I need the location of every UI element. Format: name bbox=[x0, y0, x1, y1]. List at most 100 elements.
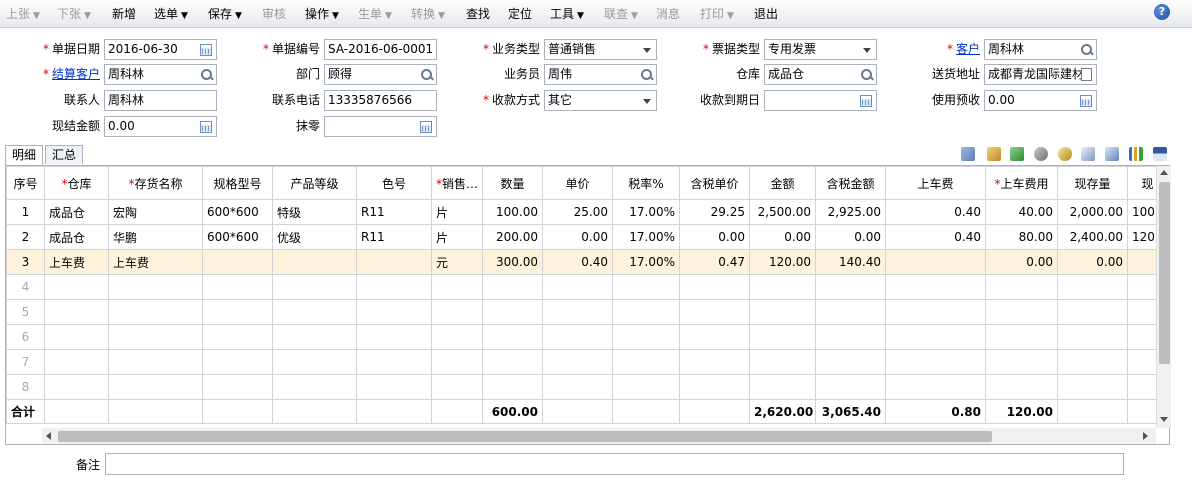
search-icon[interactable] bbox=[199, 67, 214, 82]
table-cell[interactable]: 0.40 bbox=[542, 249, 613, 275]
paste-icon[interactable] bbox=[984, 145, 1004, 163]
table-cell[interactable]: 6 bbox=[6, 324, 45, 350]
table-cell[interactable]: 华鹏 bbox=[108, 224, 203, 250]
table-cell[interactable]: 上车费 bbox=[44, 249, 109, 275]
chevron-down-icon[interactable] bbox=[639, 93, 654, 108]
table-cell[interactable] bbox=[749, 299, 816, 325]
table-cell[interactable] bbox=[356, 349, 432, 375]
toolbar-item-12[interactable]: 联查 ▼ bbox=[604, 6, 638, 22]
phone-field[interactable]: 13335876566 bbox=[324, 90, 437, 111]
table-cell[interactable]: 29.25 bbox=[679, 199, 750, 225]
tab-summary[interactable]: 汇总 bbox=[45, 145, 84, 164]
chevron-down-icon[interactable] bbox=[859, 42, 874, 57]
table-cell[interactable] bbox=[542, 374, 613, 400]
table-cell[interactable]: 7 bbox=[6, 349, 45, 375]
table-cell[interactable] bbox=[815, 349, 886, 375]
table-cell[interactable]: 1 bbox=[6, 199, 45, 225]
biz-type-select[interactable]: 普通销售 bbox=[544, 39, 657, 60]
table-cell[interactable] bbox=[815, 274, 886, 300]
calendar-icon[interactable] bbox=[200, 44, 212, 56]
save-layout-icon[interactable] bbox=[1150, 145, 1170, 163]
table-cell[interactable]: R11 bbox=[356, 224, 432, 250]
settle-customer-label[interactable]: * 结算客户 bbox=[30, 64, 100, 84]
table-cell[interactable] bbox=[679, 274, 750, 300]
doc-no-field[interactable]: SA-2016-06-0001 bbox=[324, 39, 437, 60]
pay-method-select[interactable]: 其它 bbox=[544, 90, 657, 111]
find-icon[interactable] bbox=[1055, 145, 1075, 163]
column-header[interactable]: 产品等级 bbox=[272, 166, 357, 200]
toolbar-item-1[interactable]: 下张 ▼ bbox=[57, 6, 91, 22]
table-cell[interactable] bbox=[356, 374, 432, 400]
column-header[interactable]: 现存量 bbox=[1057, 166, 1128, 200]
table-cell[interactable] bbox=[202, 249, 273, 275]
table-cell[interactable]: 17.00% bbox=[612, 199, 680, 225]
table-cell[interactable] bbox=[44, 274, 109, 300]
help-icon[interactable]: ? bbox=[1154, 4, 1170, 20]
table-cell[interactable] bbox=[272, 249, 357, 275]
search-icon[interactable] bbox=[859, 67, 874, 82]
table-cell[interactable] bbox=[44, 349, 109, 375]
scroll-right-icon[interactable] bbox=[1143, 432, 1148, 440]
table-cell[interactable] bbox=[108, 324, 203, 350]
calculator-icon[interactable] bbox=[1080, 95, 1092, 107]
contact-field[interactable]: 周科林 bbox=[104, 90, 217, 111]
table-cell[interactable] bbox=[272, 274, 357, 300]
table-cell[interactable]: 140.40 bbox=[815, 249, 886, 275]
vertical-scrollbar[interactable] bbox=[1156, 166, 1171, 428]
table-row[interactable]: 3 上车费 上车费元 300.00 0.40 17.00% 0.47 120.00 140.40… bbox=[6, 249, 1168, 275]
toolbar-item-2[interactable]: 新增 bbox=[112, 6, 136, 22]
table-cell[interactable] bbox=[612, 274, 680, 300]
prepay-field[interactable]: 0.00 bbox=[984, 90, 1097, 111]
toolbar-item-4[interactable]: 保存 ▼ bbox=[208, 6, 242, 22]
column-header[interactable]: 序号 bbox=[6, 166, 45, 200]
table-cell[interactable]: 成品仓 bbox=[44, 224, 109, 250]
tab-detail[interactable]: 明细 bbox=[5, 145, 44, 165]
table-cell[interactable] bbox=[885, 349, 986, 375]
toolbar-item-14[interactable]: 打印 ▼ bbox=[700, 6, 734, 22]
table-cell[interactable]: 0.00 bbox=[1057, 249, 1128, 275]
table-cell[interactable] bbox=[815, 299, 886, 325]
toolbar-item-7[interactable]: 生单 ▼ bbox=[358, 6, 392, 22]
column-header[interactable]: 规格型号 bbox=[202, 166, 273, 200]
warehouse-field[interactable]: 成品仓 bbox=[764, 64, 877, 85]
table-cell[interactable] bbox=[356, 274, 432, 300]
toolbar-item-11[interactable]: 工具 ▼ bbox=[550, 6, 584, 22]
horizontal-scrollbar[interactable] bbox=[42, 428, 1156, 444]
table-cell[interactable] bbox=[482, 374, 543, 400]
table-cell[interactable]: 片 bbox=[431, 199, 483, 225]
table-cell[interactable] bbox=[885, 324, 986, 350]
table-cell[interactable] bbox=[1057, 374, 1128, 400]
table-cell[interactable] bbox=[679, 299, 750, 325]
table-cell[interactable] bbox=[356, 299, 432, 325]
table-cell[interactable] bbox=[749, 274, 816, 300]
column-header[interactable]: *销售… bbox=[431, 166, 483, 200]
table-cell[interactable] bbox=[985, 324, 1058, 350]
toolbar-item-8[interactable]: 转换 ▼ bbox=[411, 6, 445, 22]
table-cell[interactable] bbox=[202, 349, 273, 375]
column-header[interactable]: 单价 bbox=[542, 166, 613, 200]
table-cell[interactable]: 0.47 bbox=[679, 249, 750, 275]
toolbar-item-0[interactable]: 上张 ▼ bbox=[6, 6, 40, 22]
table-cell[interactable] bbox=[612, 374, 680, 400]
customer-label[interactable]: * 客户 bbox=[910, 39, 980, 59]
table-cell[interactable]: 600*600 bbox=[202, 199, 273, 225]
table-cell[interactable] bbox=[108, 374, 203, 400]
table-cell[interactable] bbox=[202, 274, 273, 300]
table-cell[interactable]: 25.00 bbox=[542, 199, 613, 225]
ship-addr-field[interactable]: 成都青龙国际建材 bbox=[984, 64, 1097, 85]
column-header[interactable]: 色号 bbox=[356, 166, 432, 200]
table-cell[interactable] bbox=[482, 274, 543, 300]
table-cell[interactable] bbox=[815, 374, 886, 400]
table-cell[interactable]: 0.00 bbox=[542, 224, 613, 250]
table-cell[interactable]: 600*600 bbox=[202, 224, 273, 250]
table-cell[interactable] bbox=[108, 274, 203, 300]
table-cell[interactable] bbox=[1057, 299, 1128, 325]
excel-export-icon[interactable] bbox=[1007, 145, 1027, 163]
table-row[interactable]: 1 成品仓 宏陶 600*600 特级 R11 片 100.00 25.00 17.00% 29.2… bbox=[6, 199, 1168, 225]
table-cell[interactable]: 0.00 bbox=[749, 224, 816, 250]
table-cell[interactable]: 2,925.00 bbox=[815, 199, 886, 225]
horizontal-scroll-thumb[interactable] bbox=[58, 431, 992, 442]
table-cell[interactable]: 特级 bbox=[272, 199, 357, 225]
zoom-icon[interactable] bbox=[1102, 145, 1122, 163]
table-row[interactable]: 4 bbox=[6, 274, 1168, 300]
